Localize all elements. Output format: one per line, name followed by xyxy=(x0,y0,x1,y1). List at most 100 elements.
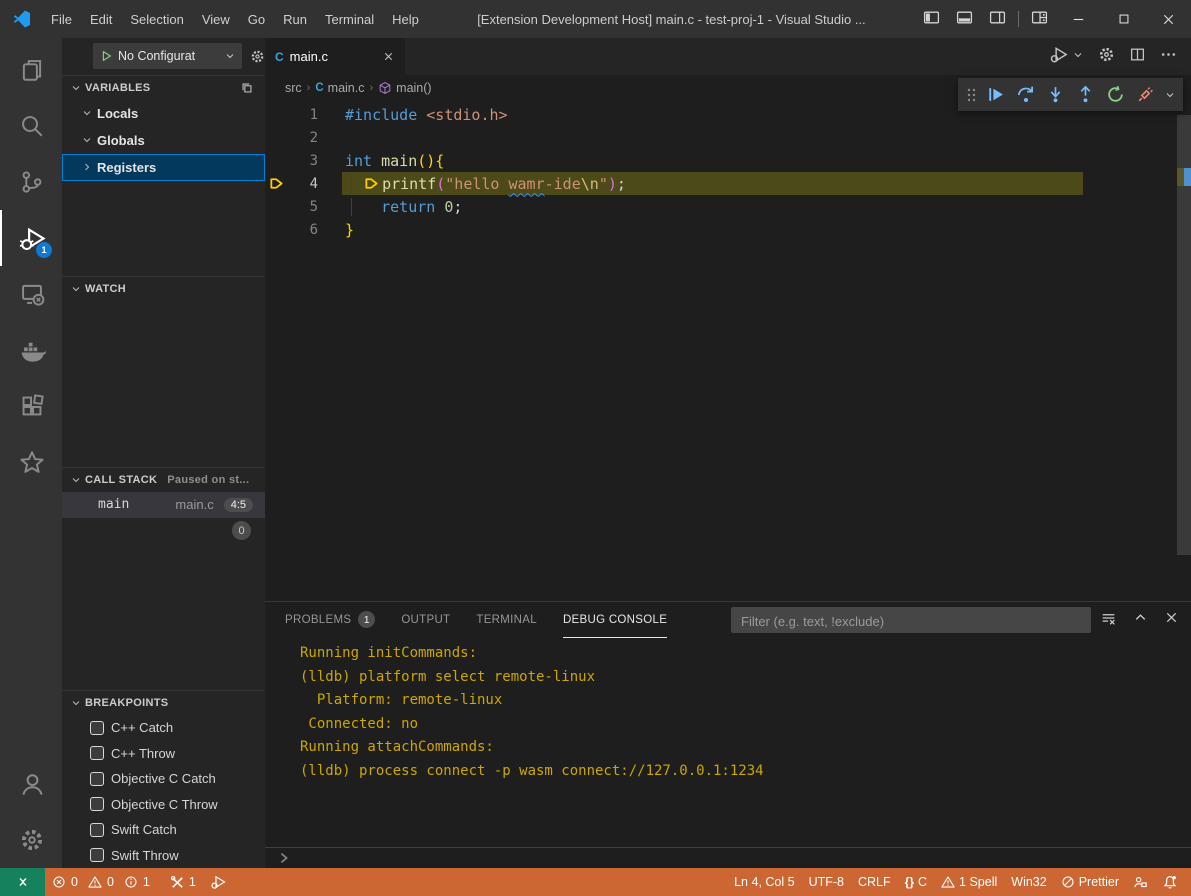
customize-layout-icon[interactable] xyxy=(1031,9,1048,29)
console-filter-input[interactable] xyxy=(739,607,1087,635)
menu-terminal[interactable]: Terminal xyxy=(316,0,383,38)
debug-status[interactable] xyxy=(203,868,233,896)
variables-item-globals[interactable]: Globals xyxy=(62,127,265,154)
step-over-button[interactable] xyxy=(1012,80,1039,109)
status-item-label: C xyxy=(918,875,927,889)
status-item[interactable] xyxy=(1155,868,1185,896)
status-right: Ln 4, Col 5UTF-8CRLF{}C1 SpellWin32Prett… xyxy=(727,868,1191,896)
panel-tab-output[interactable]: OUTPUT xyxy=(401,603,450,638)
run-config-dropdown[interactable]: No Configurat xyxy=(93,43,242,69)
code-editor[interactable]: 1#include <stdio.h>23int main(){4 printf… xyxy=(265,100,1191,601)
menu-run[interactable]: Run xyxy=(274,0,316,38)
variables-item-registers[interactable]: Registers xyxy=(62,154,265,181)
debug-console-input-row[interactable] xyxy=(265,847,1191,868)
breakpoint-row[interactable]: C++ Throw xyxy=(62,741,265,767)
drag-grip-icon[interactable] xyxy=(963,80,979,109)
maximize-icon xyxy=(1117,12,1131,26)
run-or-debug-icon[interactable] xyxy=(1049,45,1068,69)
breakpoint-row[interactable]: Objective C Throw xyxy=(62,792,265,818)
gear-icon[interactable] xyxy=(250,49,265,64)
activity-remote-explorer[interactable] xyxy=(0,266,62,322)
breadcrumb-separator: › xyxy=(307,82,311,94)
continue-button[interactable] xyxy=(982,80,1009,109)
activity-source-control[interactable] xyxy=(0,154,62,210)
step-into-button[interactable] xyxy=(1042,80,1069,109)
activity-docker[interactable] xyxy=(0,322,62,378)
step-out-button[interactable] xyxy=(1072,80,1099,109)
split-editor-icon[interactable] xyxy=(1129,46,1146,68)
chevron-down-icon xyxy=(70,474,82,486)
status-item-utf-8[interactable]: UTF-8 xyxy=(802,868,851,896)
stack-frame-row[interactable]: main main.c 4:5 xyxy=(62,492,265,518)
clear-console-icon[interactable] xyxy=(1100,610,1117,632)
layout-panel-icon[interactable] xyxy=(956,9,973,29)
remote-indicator[interactable] xyxy=(0,868,45,896)
window-close[interactable] xyxy=(1146,0,1191,38)
tab-main-c[interactable]: C main.c xyxy=(265,38,405,75)
close-icon[interactable] xyxy=(382,50,395,63)
menu-edit[interactable]: Edit xyxy=(81,0,121,38)
menu-go[interactable]: Go xyxy=(239,0,274,38)
more-actions-icon[interactable] xyxy=(1160,46,1177,68)
window-controls xyxy=(1056,0,1191,38)
breakpoint-row[interactable]: C++ Catch xyxy=(62,715,265,741)
watch-header[interactable]: WATCH xyxy=(62,277,265,301)
disconnect-button[interactable] xyxy=(1132,80,1159,109)
variables-item-locals[interactable]: Locals xyxy=(62,100,265,127)
call-stack-section: CALL STACK Paused on st... main main.c 4… xyxy=(62,467,265,690)
breakpoint-checkbox[interactable] xyxy=(90,772,104,786)
menu-selection[interactable]: Selection xyxy=(121,0,192,38)
breakpoints-header[interactable]: BREAKPOINTS xyxy=(62,691,265,715)
call-stack-header[interactable]: CALL STACK Paused on st... xyxy=(62,468,265,492)
activity-explorer[interactable] xyxy=(0,42,62,98)
breakpoint-row[interactable]: Swift Catch xyxy=(62,817,265,843)
activity-search[interactable] xyxy=(0,98,62,154)
activity-accounts[interactable] xyxy=(0,756,62,812)
maximize-panel-icon[interactable] xyxy=(1133,610,1148,632)
debug-toolbar xyxy=(958,78,1183,111)
status-item-crlf[interactable]: CRLF xyxy=(851,868,898,896)
panel-tab-terminal[interactable]: TERMINAL xyxy=(476,603,537,638)
panel-tab-debug-console[interactable]: DEBUG CONSOLE xyxy=(563,603,667,638)
breakpoint-row[interactable]: Swift Throw xyxy=(62,843,265,869)
status-item-c[interactable]: {}C xyxy=(898,868,934,896)
layout-sidebar-icon[interactable] xyxy=(923,9,940,29)
problems-status[interactable]: 001 xyxy=(45,868,163,896)
variables-header[interactable]: VARIABLES xyxy=(62,76,265,100)
window-minimize[interactable] xyxy=(1056,0,1101,38)
activity-favorites[interactable] xyxy=(0,434,62,490)
error-icon xyxy=(52,875,66,889)
breakpoint-checkbox[interactable] xyxy=(90,746,104,760)
code-token xyxy=(417,106,426,124)
activity-run-and-debug[interactable]: 1 xyxy=(0,210,62,266)
status-item[interactable] xyxy=(1126,868,1155,896)
menu-help[interactable]: Help xyxy=(383,0,428,38)
breadcrumb-item[interactable]: src xyxy=(285,81,302,95)
chevron-down-icon[interactable] xyxy=(1162,89,1178,101)
breadcrumb-item[interactable]: main() xyxy=(378,81,431,95)
restart-button[interactable] xyxy=(1102,80,1129,109)
chevron-down-icon[interactable] xyxy=(1072,48,1084,66)
breakpoint-checkbox[interactable] xyxy=(90,797,104,811)
window-maximize[interactable] xyxy=(1101,0,1146,38)
breakpoint-checkbox[interactable] xyxy=(90,848,104,862)
breakpoint-checkbox[interactable] xyxy=(90,721,104,735)
gear-icon[interactable] xyxy=(1098,46,1115,68)
layout-secondary-sidebar-icon[interactable] xyxy=(989,9,1006,29)
breadcrumb-item[interactable]: Cmain.c xyxy=(315,81,364,95)
activity-manage[interactable] xyxy=(0,812,62,868)
status-item-1-spell[interactable]: 1 Spell xyxy=(934,868,1004,896)
frame-position-badge: 4:5 xyxy=(224,498,253,512)
breakpoint-row[interactable]: Objective C Catch xyxy=(62,766,265,792)
copy-icon[interactable] xyxy=(240,81,254,95)
status-item-prettier[interactable]: Prettier xyxy=(1054,868,1126,896)
close-panel-icon[interactable] xyxy=(1164,610,1179,632)
status-item-win32[interactable]: Win32 xyxy=(1004,868,1053,896)
activity-extensions[interactable] xyxy=(0,378,62,434)
menu-file[interactable]: File xyxy=(42,0,81,38)
panel-tab-problems[interactable]: PROBLEMS1 xyxy=(285,603,375,638)
status-item-ln-4-col-5[interactable]: Ln 4, Col 5 xyxy=(727,868,801,896)
menu-view[interactable]: View xyxy=(193,0,239,38)
breakpoint-checkbox[interactable] xyxy=(90,823,104,837)
tools-status[interactable]: 1 xyxy=(163,868,203,896)
